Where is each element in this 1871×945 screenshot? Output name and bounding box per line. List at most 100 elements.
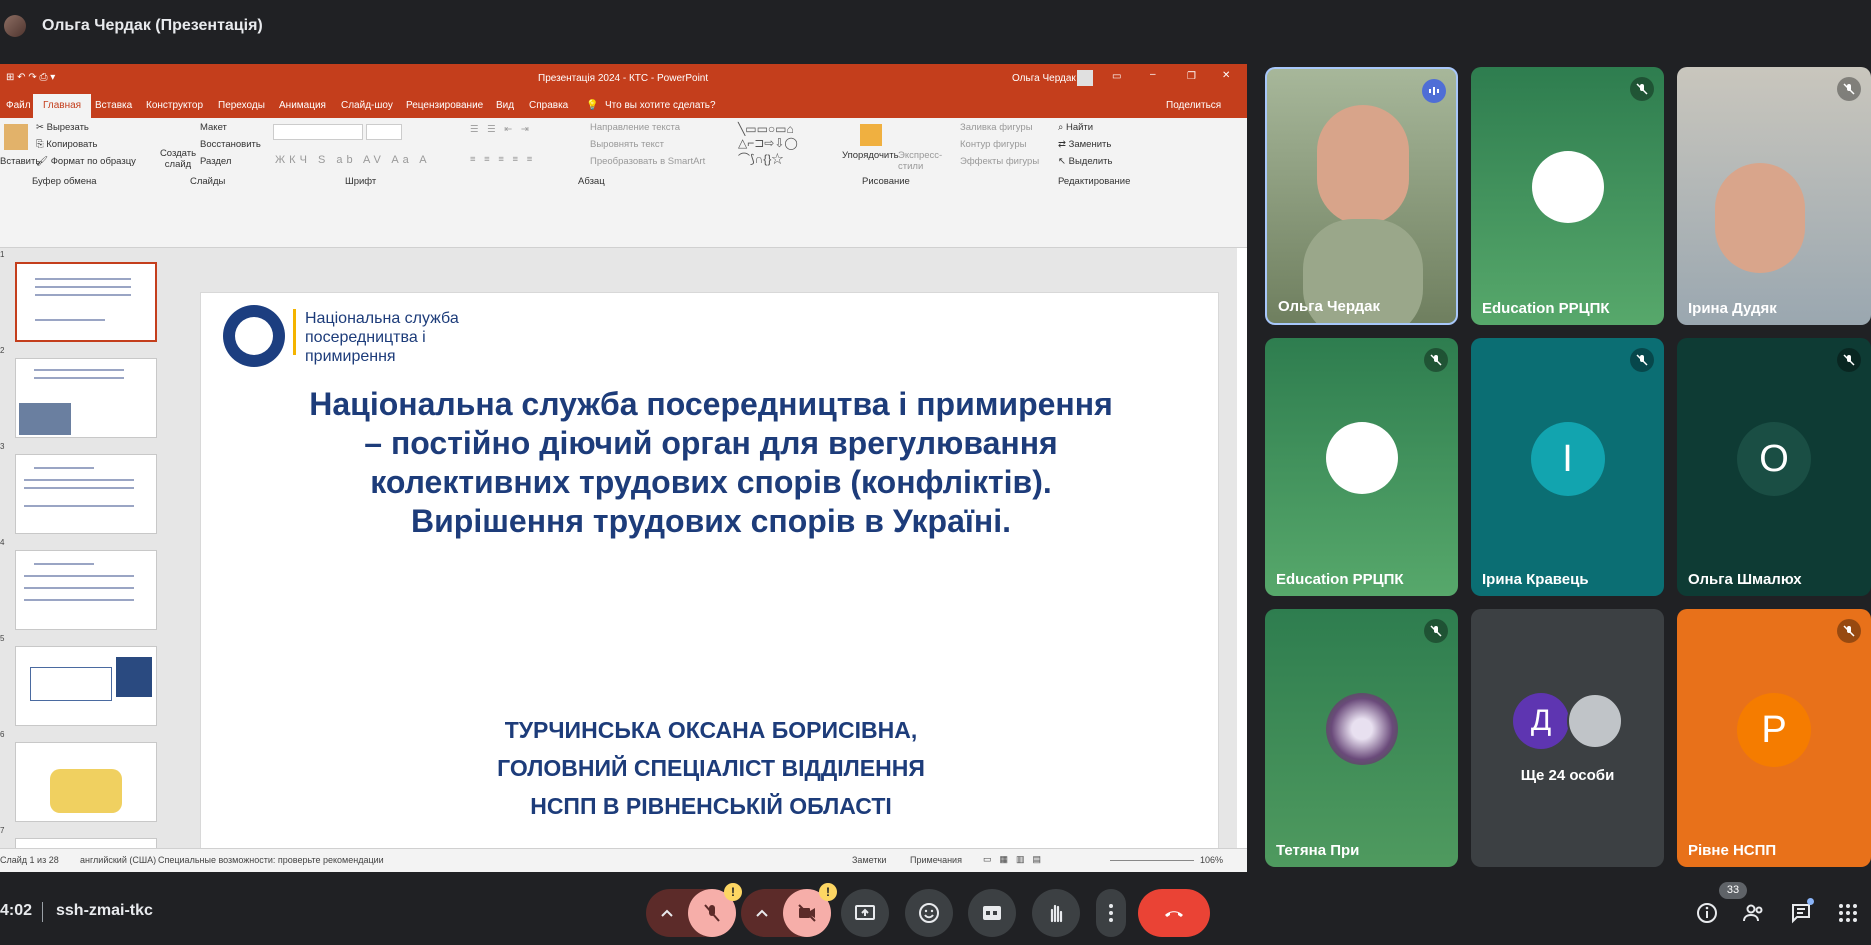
participant-tile[interactable]: І Ірина Кравець xyxy=(1471,338,1664,596)
mic-group: ! xyxy=(646,883,742,937)
tab-file[interactable]: Файл xyxy=(6,100,31,111)
copy-button[interactable]: ⎘ Копировать xyxy=(36,139,97,150)
new-slide-button[interactable]: Создать слайд xyxy=(150,148,206,170)
participant-tile[interactable]: Тетяна При xyxy=(1265,609,1458,867)
shape-effects-button[interactable]: Эффекты фигуры xyxy=(960,156,1039,167)
thumbnail-4[interactable] xyxy=(15,550,157,630)
group-editing: Редактирование xyxy=(1058,176,1131,187)
user-avatar-icon[interactable] xyxy=(1077,70,1093,86)
thumbnail-2[interactable] xyxy=(15,358,157,438)
participant-video xyxy=(1317,105,1409,225)
building-avatar-icon xyxy=(1567,693,1623,749)
meeting-info-button[interactable] xyxy=(1692,898,1722,928)
tab-view[interactable]: Вид xyxy=(496,100,514,111)
tab-design[interactable]: Конструктор xyxy=(146,100,203,111)
end-call-button[interactable] xyxy=(1138,889,1210,937)
minimize-icon[interactable]: – xyxy=(1150,69,1156,80)
section-button[interactable]: Раздел xyxy=(200,156,231,167)
slide-counter: Слайд 1 из 28 xyxy=(0,855,59,865)
more-options-button[interactable] xyxy=(1096,889,1126,937)
comments-button[interactable]: Примечания xyxy=(910,855,962,865)
tab-help[interactable]: Справка xyxy=(529,100,568,111)
participant-tile[interactable]: Р Рівне НСПП xyxy=(1677,609,1871,867)
font-family-select[interactable] xyxy=(273,124,363,140)
quick-styles-button[interactable]: Экспресс-стили xyxy=(898,150,942,172)
paste-button[interactable]: Вставить xyxy=(0,156,40,167)
shapes-gallery[interactable]: ╲▭▭○▭⌂ △⌐⊐⇨⇩◯ ⌒⟆∩{}☆ xyxy=(738,122,798,167)
tab-transitions[interactable]: Переходы xyxy=(218,100,265,111)
language-status[interactable]: английский (США) xyxy=(80,855,156,865)
thumbnail-5[interactable] xyxy=(15,646,157,726)
mic-options-button[interactable] xyxy=(646,889,688,937)
participant-tile[interactable]: Education РРЦПК xyxy=(1471,67,1664,325)
thumbnail-1[interactable] xyxy=(15,262,157,342)
people-button[interactable] xyxy=(1739,898,1769,928)
tab-home[interactable]: Главная xyxy=(33,94,92,118)
view-icons[interactable]: ▭▦▥▤ xyxy=(983,854,1049,865)
reset-button[interactable]: Восстановить xyxy=(200,139,261,150)
more-participants-tile[interactable]: Д Ще 24 особи xyxy=(1471,609,1664,867)
group-paragraph: Абзац xyxy=(578,176,605,187)
smartart-button[interactable]: Преобразовать в SmartArt xyxy=(590,156,705,167)
thumbnail-3[interactable] xyxy=(15,454,157,534)
font-format-icons[interactable]: ЖКЧ S ab AV Aa A xyxy=(275,154,431,166)
paste-icon[interactable] xyxy=(4,124,28,150)
author-line: ТУРЧИНСЬКА ОКСАНА БОРИСІВНА, xyxy=(504,717,918,743)
tab-insert[interactable]: Вставка xyxy=(95,100,132,111)
tab-slideshow[interactable]: Слайд-шоу xyxy=(341,100,393,111)
share-button[interactable]: Поделиться xyxy=(1166,100,1221,111)
participant-initial: І xyxy=(1530,422,1605,496)
reactions-button[interactable] xyxy=(905,889,953,937)
quick-access-icons[interactable]: ⊞ ↶ ↷ ⎙ ▾ xyxy=(6,72,55,83)
format-painter-button[interactable]: 🖌 Формат по образцу xyxy=(36,156,136,167)
shared-screen: ⊞ ↶ ↷ ⎙ ▾ Презентація 2024 - КТС - Power… xyxy=(0,64,1247,872)
shape-outline-button[interactable]: Контур фигуры xyxy=(960,139,1026,150)
apps-grid-icon xyxy=(1839,904,1857,922)
raise-hand-button[interactable] xyxy=(1032,889,1080,937)
select-button[interactable]: ↖ Выделить xyxy=(1058,156,1112,167)
font-size-select[interactable] xyxy=(366,124,402,140)
logo-divider xyxy=(293,309,296,355)
presenter-avatar xyxy=(4,15,26,37)
arrange-button[interactable]: Упорядочить xyxy=(842,150,899,161)
find-button[interactable]: ⌕ Найти xyxy=(1058,122,1093,133)
layout-button[interactable]: Макет xyxy=(200,122,227,133)
activities-button[interactable] xyxy=(1833,898,1863,928)
participant-tile[interactable]: О Ольга Шмалюх xyxy=(1677,338,1871,596)
tab-animation[interactable]: Анимация xyxy=(279,100,326,111)
ribbon-display-icon[interactable]: ▭ xyxy=(1112,71,1121,82)
participant-tile[interactable]: Ірина Дудяк xyxy=(1677,67,1871,325)
chat-button[interactable] xyxy=(1786,898,1816,928)
people-icon xyxy=(1743,904,1763,922)
cut-button[interactable]: ✂ Вырезать xyxy=(36,122,89,133)
thumbnail-6[interactable] xyxy=(15,742,157,822)
participant-tile[interactable]: Education РРЦПК xyxy=(1265,338,1458,596)
arrange-icon[interactable] xyxy=(860,124,882,146)
list-icons[interactable]: ☰ ☰ ⇤ ⇥ xyxy=(470,124,532,135)
align-text-button[interactable]: Выровнять текст xyxy=(590,139,664,150)
align-icons[interactable]: ≡ ≡ ≡ ≡ ≡ xyxy=(470,154,535,165)
maximize-icon[interactable]: ❐ xyxy=(1187,71,1196,82)
zoom-slider[interactable] xyxy=(1110,860,1194,861)
participant-tile[interactable]: Ольга Чердак xyxy=(1265,67,1458,325)
camera-off-icon xyxy=(798,904,816,922)
tab-review[interactable]: Рецензирование xyxy=(406,100,483,111)
notes-button[interactable]: Заметки xyxy=(852,855,886,865)
mic-toggle-button[interactable]: ! xyxy=(688,883,742,937)
meeting-code: ssh-zmai-tkc xyxy=(56,902,153,919)
education-logo-icon xyxy=(1531,151,1604,223)
captions-button[interactable] xyxy=(968,889,1016,937)
camera-toggle-button[interactable]: ! xyxy=(783,883,837,937)
accessibility-status[interactable]: Специальные возможности: проверьте реком… xyxy=(158,855,384,865)
present-button[interactable] xyxy=(841,889,889,937)
text-direction-button[interactable]: Направление текста xyxy=(590,122,680,133)
zoom-level[interactable]: 106% xyxy=(1200,855,1223,865)
close-icon[interactable]: ✕ xyxy=(1222,70,1230,81)
tell-me-input[interactable]: Что вы хотите сделать? xyxy=(605,100,716,111)
slide-thumbnails: 1 2 3 4 5 6 7 xyxy=(0,248,175,850)
group-font: Шрифт xyxy=(345,176,377,187)
camera-options-button[interactable] xyxy=(741,889,783,937)
shape-fill-button[interactable]: Заливка фигуры xyxy=(960,122,1033,133)
replace-button[interactable]: ⇄ Заменить xyxy=(1058,139,1111,150)
current-slide[interactable]: Національна служба посередництва і прими… xyxy=(200,292,1219,865)
